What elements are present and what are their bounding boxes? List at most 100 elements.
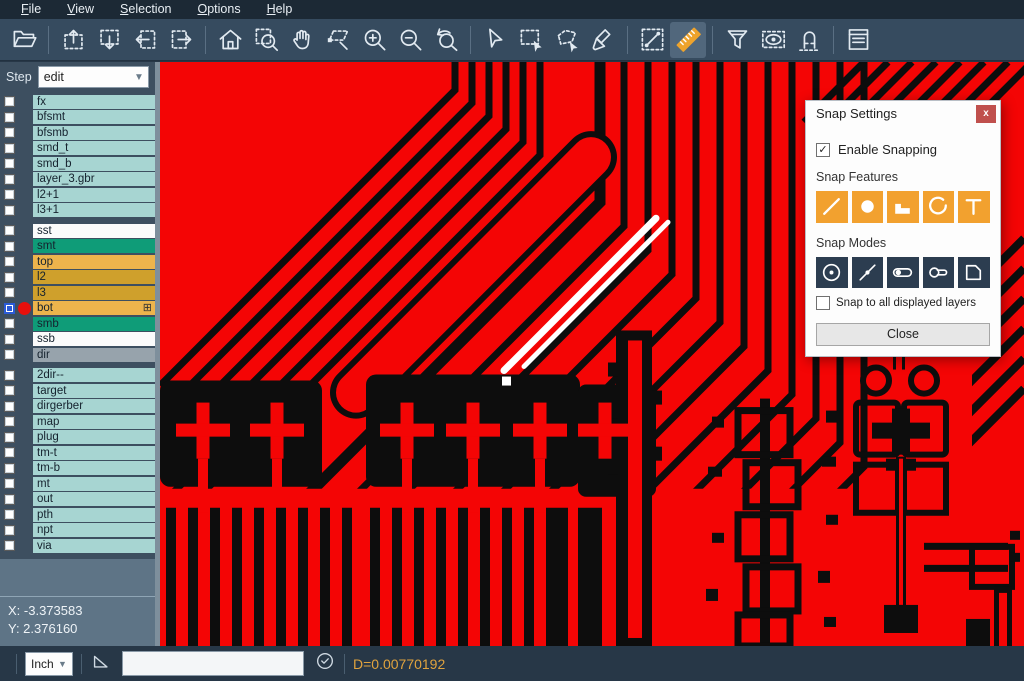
select-cursor-icon[interactable] bbox=[477, 22, 513, 58]
layer-visibility-checkbox[interactable] bbox=[4, 225, 15, 236]
layer-name[interactable]: sst bbox=[33, 224, 155, 238]
zoom-area-icon[interactable] bbox=[248, 22, 284, 58]
layer-row-fx[interactable]: fx bbox=[0, 94, 160, 110]
pan-right-icon[interactable] bbox=[163, 22, 199, 58]
layer-name[interactable]: smt bbox=[33, 239, 155, 253]
layer-row-smd_t[interactable]: smd_t bbox=[0, 141, 160, 157]
layer-name[interactable]: dirgerber bbox=[33, 399, 155, 413]
layer-row-out[interactable]: out bbox=[0, 492, 160, 508]
layer-grid-icon[interactable]: ⊞ bbox=[143, 303, 152, 314]
dialog-close-icon[interactable]: x bbox=[976, 105, 996, 123]
unit-dropdown[interactable]: Inch ▼ bbox=[25, 652, 73, 676]
snap-feature-line-icon[interactable] bbox=[816, 191, 848, 223]
layer-row-sst[interactable]: sst bbox=[0, 223, 160, 239]
ruler-icon[interactable] bbox=[670, 22, 706, 58]
layer-row-l3+1[interactable]: l3+1 bbox=[0, 203, 160, 219]
menu-file[interactable]: File bbox=[10, 1, 52, 18]
layer-name[interactable]: bfsmt bbox=[33, 110, 155, 124]
layer-visibility-checkbox[interactable] bbox=[4, 256, 15, 267]
layer-row-smb[interactable]: smb bbox=[0, 316, 160, 332]
snap-magnet-icon[interactable] bbox=[791, 22, 827, 58]
layer-name[interactable]: tm-b bbox=[33, 461, 155, 475]
zoom-out-icon[interactable] bbox=[392, 22, 428, 58]
select-rect-icon[interactable] bbox=[513, 22, 549, 58]
layer-visibility-checkbox[interactable] bbox=[4, 287, 15, 298]
layer-row-l2[interactable]: l2 bbox=[0, 270, 160, 286]
snap-feature-pad-icon[interactable] bbox=[852, 191, 884, 223]
measure-line-icon[interactable] bbox=[634, 22, 670, 58]
layer-name[interactable]: l3+1 bbox=[33, 203, 155, 217]
layer-name[interactable]: fx bbox=[33, 95, 155, 109]
layer-visibility-checkbox[interactable] bbox=[4, 385, 15, 396]
layer-row-layer_3.gbr[interactable]: layer_3.gbr bbox=[0, 172, 160, 188]
zoom-in-icon[interactable] bbox=[356, 22, 392, 58]
layer-visibility-checkbox[interactable] bbox=[4, 272, 15, 283]
layer-row-plug[interactable]: plug bbox=[0, 430, 160, 446]
menu-selection[interactable]: Selection bbox=[109, 1, 182, 18]
layer-row-tm-b[interactable]: tm-b bbox=[0, 461, 160, 477]
layer-row-tm-t[interactable]: tm-t bbox=[0, 445, 160, 461]
layer-row-l2+1[interactable]: l2+1 bbox=[0, 187, 160, 203]
layer-visibility-checkbox[interactable] bbox=[4, 158, 15, 169]
layer-row-via[interactable]: via bbox=[0, 538, 160, 554]
dialog-titlebar[interactable]: Snap Settings x bbox=[806, 101, 1000, 126]
pan-hand-icon[interactable] bbox=[284, 22, 320, 58]
layer-name[interactable]: smd_b bbox=[33, 157, 155, 171]
layer-visibility-checkbox[interactable] bbox=[4, 478, 15, 489]
zoom-previous-icon[interactable] bbox=[428, 22, 464, 58]
layer-name[interactable]: l2 bbox=[33, 270, 155, 284]
layer-name[interactable]: via bbox=[33, 539, 155, 553]
layer-row-dir[interactable]: dir bbox=[0, 347, 160, 363]
layer-row-top[interactable]: top bbox=[0, 254, 160, 270]
layer-visibility-checkbox[interactable] bbox=[4, 416, 15, 427]
layer-row-smd_b[interactable]: smd_b bbox=[0, 156, 160, 172]
layer-name[interactable]: l2+1 bbox=[33, 188, 155, 202]
snap-mode-pad-entry-icon[interactable] bbox=[887, 257, 919, 289]
menu-help[interactable]: Help bbox=[256, 1, 304, 18]
layer-visibility-checkbox[interactable] bbox=[4, 303, 15, 314]
layer-visibility-checkbox[interactable] bbox=[4, 318, 15, 329]
layer-name[interactable]: top bbox=[33, 255, 155, 269]
layer-name[interactable]: layer_3.gbr bbox=[33, 172, 155, 186]
layer-row-dirgerber[interactable]: dirgerber bbox=[0, 399, 160, 415]
report-form-icon[interactable] bbox=[840, 22, 876, 58]
layer-visibility-checkbox[interactable] bbox=[4, 174, 15, 185]
layer-row-l3[interactable]: l3 bbox=[0, 285, 160, 301]
layer-row-pth[interactable]: pth bbox=[0, 507, 160, 523]
layer-row-bfsmb[interactable]: bfsmb bbox=[0, 125, 160, 141]
layer-visibility-checkbox[interactable] bbox=[4, 205, 15, 216]
layer-name[interactable]: target bbox=[33, 384, 155, 398]
layer-row-target[interactable]: target bbox=[0, 383, 160, 399]
pan-down-icon[interactable] bbox=[91, 22, 127, 58]
layer-row-smt[interactable]: smt bbox=[0, 239, 160, 255]
zoom-selection-icon[interactable] bbox=[320, 22, 356, 58]
layer-visibility-checkbox[interactable] bbox=[4, 463, 15, 474]
snap-feature-surface-icon[interactable] bbox=[887, 191, 919, 223]
layer-visibility-checkbox[interactable] bbox=[4, 370, 15, 381]
layer-name[interactable]: bot⊞ bbox=[33, 301, 155, 315]
enable-snapping-checkbox[interactable]: ✓ bbox=[816, 143, 830, 157]
snap-feature-arc-icon[interactable] bbox=[923, 191, 955, 223]
snap-all-layers-checkbox[interactable] bbox=[816, 296, 830, 310]
refresh-check-icon[interactable] bbox=[314, 650, 336, 677]
clear-brush-icon[interactable] bbox=[585, 22, 621, 58]
layer-visibility-checkbox[interactable] bbox=[4, 143, 15, 154]
close-button[interactable]: Close bbox=[816, 323, 990, 346]
command-input[interactable] bbox=[122, 651, 304, 676]
home-view-icon[interactable] bbox=[212, 22, 248, 58]
layer-visibility-checkbox[interactable] bbox=[4, 241, 15, 252]
layer-row-map[interactable]: map bbox=[0, 414, 160, 430]
layer-visibility-checkbox[interactable] bbox=[4, 112, 15, 123]
layer-name[interactable]: 2dir-- bbox=[33, 368, 155, 382]
layer-visibility-checkbox[interactable] bbox=[4, 401, 15, 412]
layer-name[interactable]: out bbox=[33, 492, 155, 506]
layer-row-bot[interactable]: bot⊞ bbox=[0, 301, 160, 317]
layer-visibility-checkbox[interactable] bbox=[4, 494, 15, 505]
layer-visibility-checkbox[interactable] bbox=[4, 525, 15, 536]
layer-visibility-checkbox[interactable] bbox=[4, 509, 15, 520]
layer-row-ssb[interactable]: ssb bbox=[0, 332, 160, 348]
layer-visibility-checkbox[interactable] bbox=[4, 432, 15, 443]
layer-visibility-checkbox[interactable] bbox=[4, 447, 15, 458]
layer-name[interactable]: pth bbox=[33, 508, 155, 522]
layer-name[interactable]: tm-t bbox=[33, 446, 155, 460]
